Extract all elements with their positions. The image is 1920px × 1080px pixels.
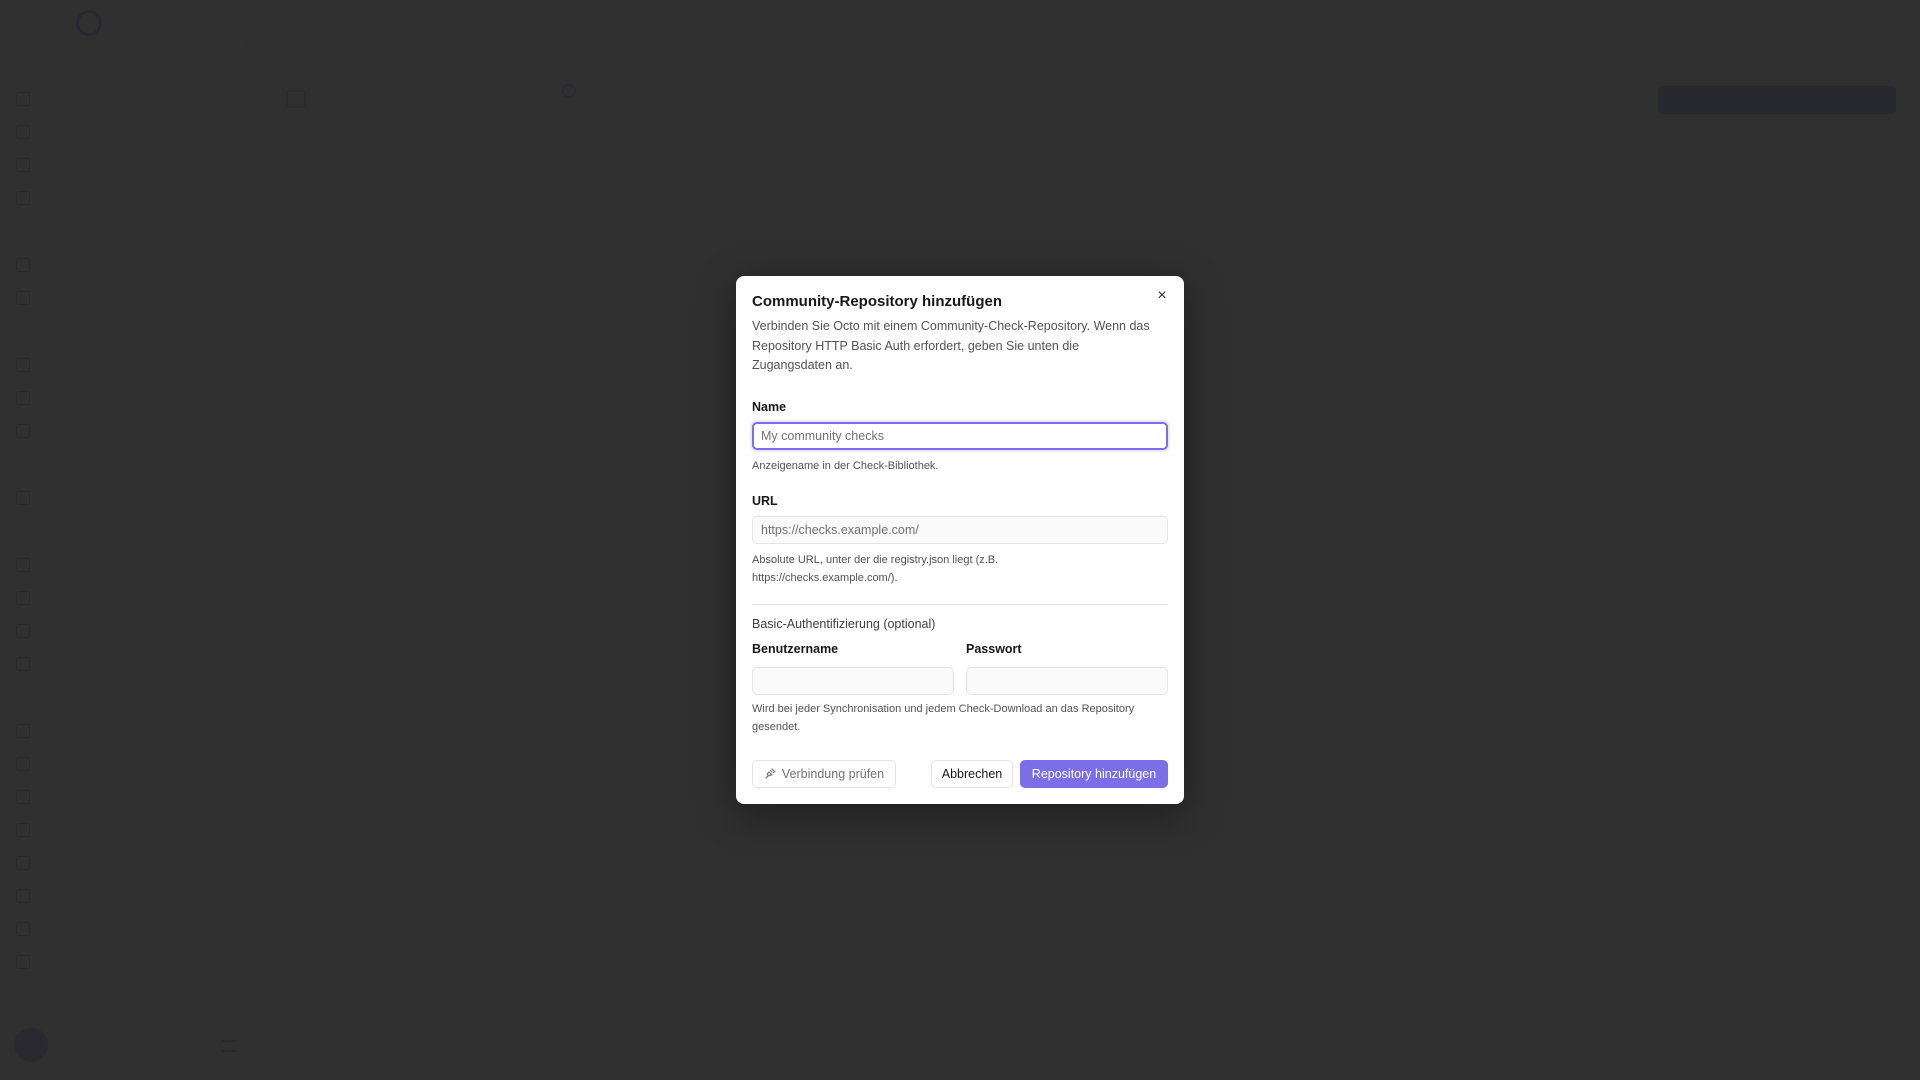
- name-input[interactable]: [752, 422, 1168, 450]
- username-label: Benutzername: [752, 642, 839, 656]
- divider: [752, 604, 1168, 605]
- cancel-button[interactable]: Abbrechen: [931, 760, 1013, 788]
- add-community-repository-dialog: × Community-Repository hinzufügen Verbin…: [736, 276, 1184, 804]
- password-label: Passwort: [966, 642, 1022, 656]
- url-label: URL: [752, 494, 778, 508]
- plug-icon: [765, 768, 776, 779]
- dialog-title: Community-Repository hinzufügen: [752, 293, 1002, 310]
- basic-auth-section-title: Basic-Authentifizierung (optional): [752, 617, 936, 631]
- password-input[interactable]: [966, 667, 1168, 695]
- name-hint: Anzeigename in der Check-Bibliothek.: [752, 460, 939, 472]
- name-label: Name: [752, 400, 787, 414]
- url-input[interactable]: [752, 516, 1168, 544]
- auth-hint: Wird bei jeder Synchronisation und jedem…: [752, 703, 1135, 733]
- username-input[interactable]: [752, 667, 954, 695]
- add-repository-submit-button[interactable]: Repository hinzufügen: [1020, 760, 1168, 788]
- url-hint: Absolute URL, unter der die registry.jso…: [752, 554, 999, 584]
- test-connection-button[interactable]: Verbindung prüfen: [752, 760, 896, 788]
- test-connection-label: Verbindung prüfen: [781, 767, 885, 781]
- dialog-description: Verbinden Sie Octo mit einem Community-C…: [752, 319, 1150, 372]
- close-icon[interactable]: ×: [1154, 288, 1170, 304]
